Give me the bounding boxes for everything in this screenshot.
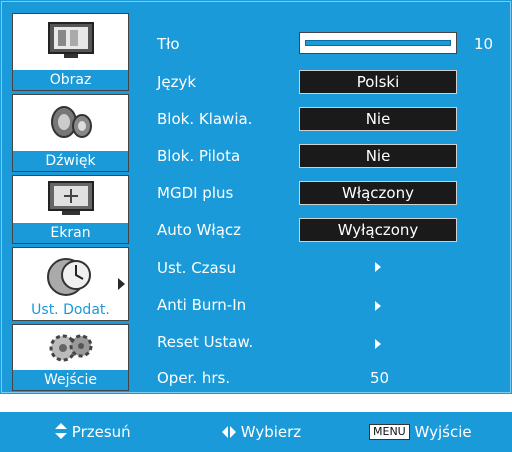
sidebar-item-label: Obraz bbox=[13, 70, 128, 90]
speaker-icon bbox=[13, 99, 128, 145]
menu-item-tlo[interactable]: Tło bbox=[157, 33, 180, 55]
menu-item-reset-ustaw[interactable]: Reset Ustaw. bbox=[157, 331, 253, 353]
sidebar-item-dzwiek[interactable]: Dźwięk bbox=[12, 94, 129, 172]
sidebar-item-label: Wejście bbox=[13, 370, 128, 390]
menu-item-oper-hrs: Oper. hrs. bbox=[157, 369, 231, 387]
menu-item-blok-klawia[interactable]: Blok. Klawia. bbox=[157, 108, 252, 130]
menu-item-mgdi[interactable]: MGDI plus bbox=[157, 182, 233, 204]
tlo-value: 10 bbox=[474, 35, 494, 53]
footer-exit-label: Wyjście bbox=[414, 423, 472, 441]
up-down-arrows-icon bbox=[55, 423, 67, 439]
footer-exit: MENU Wyjście bbox=[369, 412, 472, 452]
footer-select: Wybierz bbox=[222, 412, 301, 452]
gears-icon bbox=[13, 327, 128, 369]
menu-item-blok-pilota[interactable]: Blok. Pilota bbox=[157, 145, 240, 167]
oper-hrs-value: 50 bbox=[370, 369, 390, 387]
left-right-arrows-icon bbox=[222, 426, 236, 438]
tv-screen-icon bbox=[13, 18, 128, 64]
reset-ustaw-arrow-icon[interactable] bbox=[375, 339, 381, 349]
sidebar-item-obraz[interactable]: Obraz bbox=[12, 13, 129, 91]
menu-item-auto-wlacz[interactable]: Auto Włącz bbox=[157, 219, 241, 241]
anti-burn-in-arrow-icon[interactable] bbox=[375, 301, 381, 311]
blok-klawia-value[interactable]: Nie bbox=[299, 107, 457, 131]
jezyk-value[interactable]: Polski bbox=[299, 70, 457, 94]
menu-key-badge: MENU bbox=[369, 424, 410, 440]
sidebar-item-wejscie[interactable]: Wejście bbox=[12, 324, 129, 391]
help-footer: Przesuń Wybierz MENU Wyjście bbox=[0, 412, 512, 452]
monitor-icon bbox=[13, 178, 128, 220]
menu-item-anti-burn-in[interactable]: Anti Burn-In bbox=[157, 294, 246, 316]
blok-pilota-value[interactable]: Nie bbox=[299, 144, 457, 168]
footer-move: Przesuń bbox=[55, 412, 131, 452]
footer-select-label: Wybierz bbox=[240, 423, 302, 441]
sidebar-item-ust-dodat[interactable]: Ust. Dodat. bbox=[12, 247, 129, 321]
mgdi-value[interactable]: Włączony bbox=[299, 181, 457, 205]
sidebar-item-ekran[interactable]: Ekran bbox=[12, 175, 129, 244]
menu-item-ust-czasu[interactable]: Ust. Czasu bbox=[157, 257, 236, 279]
sidebar-item-label: Ekran bbox=[13, 223, 128, 243]
sidebar-item-label: Dźwięk bbox=[13, 151, 128, 171]
osd-menu: Obraz Dźwięk Ekran Ust. Dodat. Wejście T… bbox=[0, 0, 512, 394]
tlo-slider[interactable] bbox=[299, 32, 457, 54]
footer-move-label: Przesuń bbox=[71, 423, 131, 441]
auto-wlacz-value[interactable]: Wyłączony bbox=[299, 218, 457, 242]
chevron-right-icon bbox=[118, 278, 125, 290]
ust-czasu-arrow-icon[interactable] bbox=[375, 262, 381, 272]
sidebar-item-label: Ust. Dodat. bbox=[13, 300, 128, 320]
menu-item-jezyk[interactable]: Język bbox=[157, 71, 196, 93]
tlo-slider-fill bbox=[305, 40, 451, 46]
clock-globe-icon bbox=[13, 252, 128, 298]
